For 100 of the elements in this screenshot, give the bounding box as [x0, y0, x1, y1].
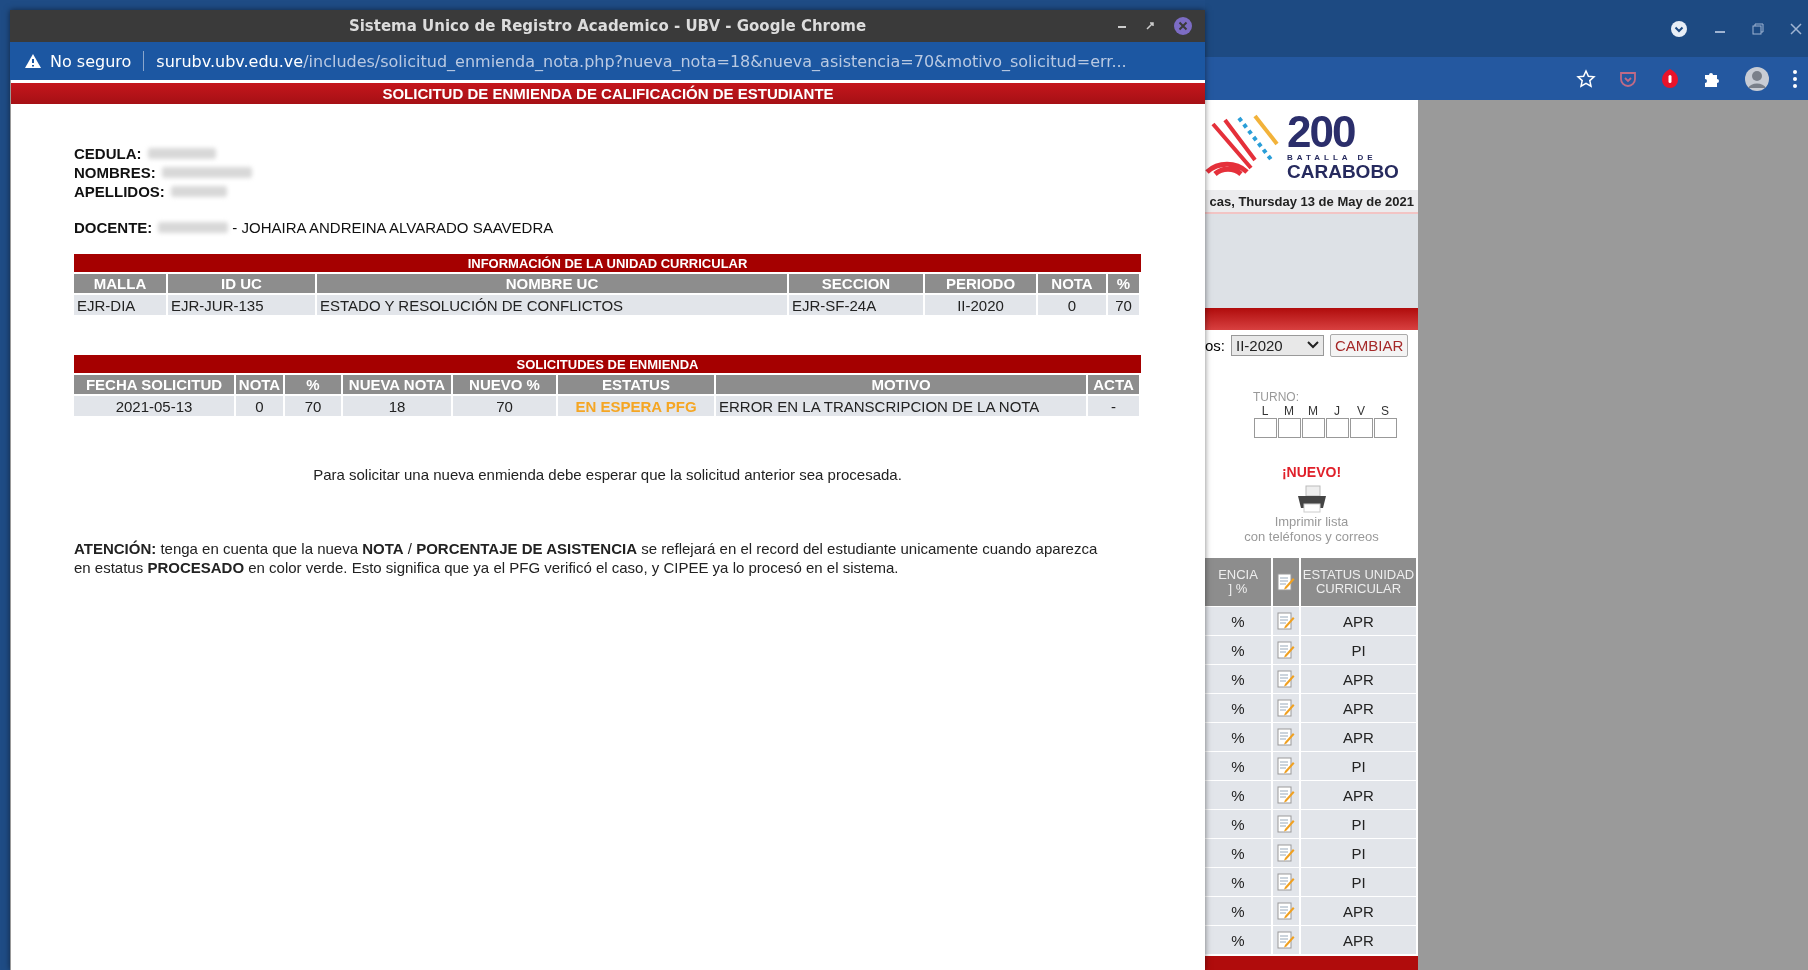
day-checkbox[interactable]: [1325, 418, 1349, 438]
field-label: DOCENTE:: [74, 219, 153, 236]
day-checkbox[interactable]: [1277, 418, 1301, 438]
status-cell: EN ESPERA PFG: [558, 394, 716, 416]
table-cell: -: [1088, 394, 1141, 416]
day-label: M: [1308, 404, 1318, 418]
column-header: %: [285, 373, 343, 394]
column-header: MOTIVO: [716, 373, 1088, 394]
column-header: ESTATUS: [558, 373, 716, 394]
table-cell: EJR-SF-24A: [789, 293, 925, 315]
table-cell: %: [1205, 636, 1273, 664]
field-label: CEDULA:: [74, 145, 142, 162]
url-text[interactable]: surubv.ubv.edu.ve/includes/solicitud_enmienda_nota.php?nueva_nota=18&nueva_asistencia=70&motivo_solicitud=err...: [156, 51, 1127, 71]
column-header: ESTATUS UNIDAD CURRICULAR: [1301, 558, 1418, 606]
column-header: NUEVO %: [453, 373, 558, 394]
edit-note-icon[interactable]: [1277, 640, 1295, 660]
table-cell: ESTADO Y RESOLUCIÓN DE CONFLICTOS: [317, 293, 789, 315]
day-label: J: [1334, 404, 1340, 418]
turno-label: TURNO:: [1253, 390, 1300, 404]
column-header: ID UC: [168, 272, 317, 293]
table-cell: ERROR EN LA TRANSCRIPCION DE LA NOTA: [716, 394, 1088, 416]
table-cell: %: [1205, 752, 1273, 780]
column-header: NOTA: [1038, 272, 1108, 293]
column-header: ENCIA ] %: [1205, 558, 1273, 606]
avatar-icon[interactable]: [1744, 65, 1770, 92]
new-label: ¡NUEVO!: [1280, 464, 1343, 480]
table-cell: %: [1205, 839, 1273, 867]
table-cell: EJR-DIA: [74, 293, 168, 315]
table-cell: %: [1205, 694, 1273, 722]
day-checkbox[interactable]: [1349, 418, 1373, 438]
table-cell: %: [1205, 810, 1273, 838]
table-cell: %: [1205, 868, 1273, 896]
table-cell: %: [1205, 723, 1273, 751]
menu-icon[interactable]: [1792, 68, 1798, 89]
column-header: NUEVA NOTA: [343, 373, 453, 394]
field-label: NOMBRES:: [74, 164, 156, 181]
restore-icon[interactable]: [1752, 22, 1764, 35]
table-cell: %: [1205, 665, 1273, 693]
table-cell: APR: [1301, 607, 1418, 635]
close-icon[interactable]: [1173, 16, 1193, 36]
table-cell: EJR-JUR-135: [168, 293, 317, 315]
table-cell: APR: [1301, 665, 1418, 693]
column-header: SECCION: [789, 272, 925, 293]
column-header: NOTA: [236, 373, 285, 394]
close-icon[interactable]: [1790, 22, 1802, 35]
edit-note-icon[interactable]: [1277, 727, 1295, 747]
extension-badge-icon[interactable]: [1660, 67, 1680, 90]
security-label[interactable]: No seguro: [50, 51, 132, 71]
star-icon[interactable]: [1576, 68, 1596, 89]
chevron-down-icon: [1307, 341, 1319, 349]
table-cell: PI: [1301, 636, 1418, 664]
edit-note-icon: [1277, 572, 1295, 592]
change-button[interactable]: CAMBIAR: [1330, 333, 1409, 357]
day-checkbox[interactable]: [1253, 418, 1277, 438]
table-cell: PI: [1301, 868, 1418, 896]
column-header: NOMBRE UC: [317, 272, 789, 293]
edit-note-icon[interactable]: [1277, 611, 1295, 631]
column-header: MALLA: [74, 272, 168, 293]
table-cell: %: [1205, 781, 1273, 809]
edit-note-icon[interactable]: [1277, 698, 1295, 718]
logo-subtitle: BATALLA DE: [1287, 153, 1377, 162]
page-header: SOLICITUD DE ENMIENDA DE CALIFICACIÓN DE ESTUDIANTE: [11, 83, 1205, 104]
edit-note-icon[interactable]: [1277, 785, 1295, 805]
edit-note-icon[interactable]: [1277, 669, 1295, 689]
period-select[interactable]: II-2020: [1231, 334, 1324, 356]
table-cell: PI: [1301, 752, 1418, 780]
edit-note-icon[interactable]: [1277, 814, 1295, 834]
field-label: APELLIDOS:: [74, 183, 165, 200]
table-cell: %: [1205, 607, 1273, 635]
table-cell: PI: [1301, 839, 1418, 867]
table-cell: 70: [285, 394, 343, 416]
column-header: FECHA SOLICITUD: [74, 373, 236, 394]
table-cell: APR: [1301, 723, 1418, 751]
table-cell: APR: [1301, 897, 1418, 925]
edit-note-icon[interactable]: [1277, 872, 1295, 892]
day-label: S: [1381, 404, 1389, 418]
table-cell: 70: [453, 394, 558, 416]
restore-icon[interactable]: [1145, 21, 1155, 31]
table-cell: PI: [1301, 810, 1418, 838]
attention-paragraph: ATENCIÓN: tenga en cuenta que la nueva NOTA / PORCENTAJE DE ASISTENCIA se reflejará en el record del estudiante unicamente cuando aparezca en estatus PROCESADO en color verde. Esto significa que ya el PFG verificó el caso, y CIPEE ya lo procesó en el sistema.: [74, 539, 1099, 577]
table-cell: 2021-05-13: [74, 394, 236, 416]
blurred-value: [147, 148, 216, 159]
logo-number: 200: [1287, 109, 1355, 154]
column-header: ACTA: [1088, 373, 1141, 394]
table-cell: %: [1205, 926, 1273, 954]
edit-note-icon[interactable]: [1277, 843, 1295, 863]
table-cell: 70: [1108, 293, 1141, 315]
day-checkbox[interactable]: [1373, 418, 1397, 438]
period-label: os:: [1205, 336, 1225, 354]
table-title: INFORMACIÓN DE LA UNIDAD CURRICULAR: [74, 254, 1141, 272]
edit-note-icon[interactable]: [1277, 901, 1295, 921]
blurred-value: [170, 186, 227, 197]
table-cell: II-2020: [925, 293, 1038, 315]
table-cell: 18: [343, 394, 453, 416]
edit-note-icon[interactable]: [1277, 756, 1295, 776]
day-label: V: [1357, 404, 1365, 418]
edit-note-icon[interactable]: [1277, 930, 1295, 950]
chevron-down-icon[interactable]: [1670, 19, 1688, 38]
column-header: %: [1108, 272, 1141, 293]
day-checkbox[interactable]: [1301, 418, 1325, 438]
